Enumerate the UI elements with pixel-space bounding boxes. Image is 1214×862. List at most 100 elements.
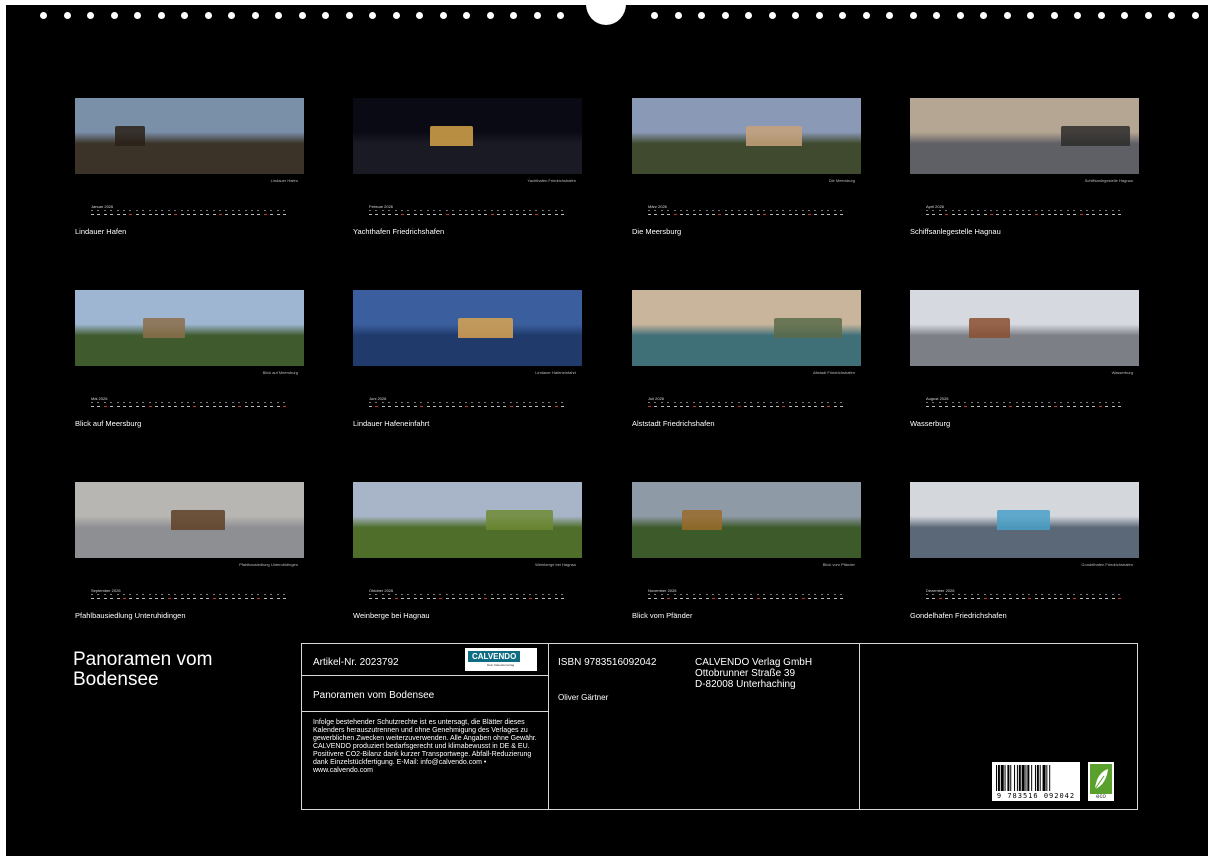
weekday-mark [116,402,119,403]
day-mark [375,598,379,599]
weekday-mark [820,402,823,403]
weekday-mark [673,594,676,595]
day-mark [129,598,133,599]
day-mark [148,598,152,599]
weekday-mark [692,594,695,595]
weekday-mark [660,594,663,595]
weekday-mark [699,210,702,211]
day-mark [801,598,805,599]
day-mark [116,406,120,407]
publisher-name: CALVENDO Verlag GmbH [695,657,813,668]
day-mark [1041,598,1045,599]
weekday-mark [484,594,487,595]
weekday-mark [782,402,785,403]
day-mark [1111,406,1115,407]
weekday-mark [763,594,766,595]
day-strip [369,594,569,602]
day-mark [219,406,222,407]
day-mark [503,598,507,599]
weekday-mark [724,594,727,595]
weekday-mark [977,210,980,211]
day-mark [509,214,513,215]
day-strip [91,210,291,218]
day-mark [1009,214,1013,215]
photo-landmark [682,510,722,530]
weekday-mark [426,594,429,595]
binding-hole [486,12,494,19]
weekday-mark [155,210,157,211]
weekday-mark [680,594,682,595]
day-mark [756,406,760,407]
day-mark [135,598,139,599]
weekday-mark [155,594,157,595]
day-mark [103,214,107,215]
day-mark [554,598,558,599]
day-mark [231,214,235,215]
day-mark [1098,214,1102,215]
binding-hole [533,12,541,19]
weekday-mark [718,594,721,595]
day-mark [731,214,735,215]
day-mark [465,214,468,215]
binding-hole [1168,12,1175,19]
barcode-bar [1039,765,1041,791]
calendar-sheet: Lindauer Hafen Januar 2026 Lindauer Hafen Y… [6,5,1208,856]
day-mark [660,406,664,407]
day-mark [219,214,222,215]
weekday-mark [471,594,474,595]
day-mark [251,598,254,599]
day-mark [648,214,651,215]
publisher-city: D-82008 Unterhaching [695,679,796,690]
weekday-mark [1098,594,1101,595]
weekday-mark [712,210,714,211]
weekday-mark [731,210,734,211]
day-mark [142,598,146,599]
barcode-bars [996,765,1051,791]
weekday-mark [840,402,842,403]
weekday-mark [932,594,935,595]
weekday-mark [808,402,810,403]
weekday-mark [103,402,106,403]
day-mark [91,598,94,599]
weekday-mark [257,402,260,403]
day-mark [381,406,385,407]
day-mark [420,214,424,215]
day-mark [699,214,703,215]
weekday-mark [795,594,798,595]
weekday-mark [1105,402,1108,403]
weekday-mark [231,210,234,211]
weekday-mark [782,594,785,595]
day-mark [795,598,799,599]
binding-hole [510,12,517,19]
weekday-mark [369,402,371,403]
day-mark [263,598,267,599]
isbn: ISBN 9783516092042 [558,657,657,668]
weekday-mark [516,594,519,595]
day-strip [926,402,1126,410]
weekday-mark [769,210,772,211]
day-mark [1098,406,1102,407]
day-mark [686,598,690,599]
day-mark [465,598,468,599]
day-mark [1111,214,1115,215]
photo-caption: Altstadt Friedrichshafen [812,370,855,375]
month-label: Oktober 2026 [369,588,394,593]
weekday-mark [193,402,196,403]
weekday-mark [756,402,759,403]
day-mark [1015,214,1019,215]
day-mark [187,598,190,599]
weekday-mark [1086,210,1088,211]
weekday-mark [737,402,740,403]
day-mark [724,214,728,215]
day-mark [116,598,120,599]
weekday-mark [1079,402,1082,403]
month-photo [353,482,582,558]
weekday-mark [1009,402,1012,403]
day-mark [407,406,411,407]
weekday-mark [148,402,151,403]
day-mark [712,598,715,599]
binding-hole [651,12,658,19]
day-mark [951,406,955,407]
weekday-mark [509,594,512,595]
day-mark [174,598,178,599]
